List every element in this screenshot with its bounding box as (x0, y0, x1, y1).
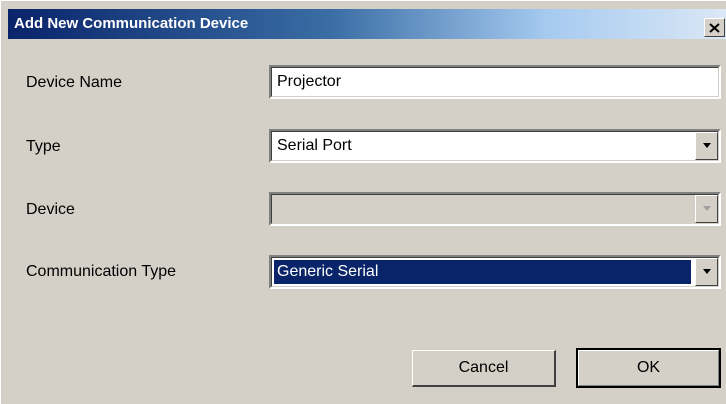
ok-button[interactable]: OK (576, 348, 721, 388)
device-select (269, 192, 721, 226)
chevron-down-icon (702, 269, 711, 274)
cancel-button-label: Cancel (458, 359, 509, 376)
chevron-down-icon (702, 143, 711, 148)
close-icon (709, 22, 720, 33)
device-name-input[interactable]: Projector (269, 65, 721, 99)
add-device-dialog: Add New Communication Device Device Name… (0, 0, 726, 404)
type-select[interactable]: Serial Port (269, 129, 721, 163)
type-dropdown-button[interactable] (695, 132, 718, 160)
communication-type-value: Generic Serial (277, 263, 379, 280)
device-dropdown-button (695, 195, 718, 223)
type-value: Serial Port (277, 137, 352, 154)
device-label: Device (26, 201, 75, 218)
dialog-title: Add New Communication Device (14, 15, 249, 32)
communication-type-highlight: Generic Serial (274, 260, 691, 284)
communication-type-select[interactable]: Generic Serial (269, 255, 721, 289)
device-name-label: Device Name (26, 74, 123, 91)
communication-type-label: Communication Type (26, 263, 176, 280)
close-button[interactable] (704, 18, 725, 37)
title-bar[interactable]: Add New Communication Device (1, 1, 726, 39)
communication-type-dropdown-button[interactable] (695, 258, 718, 286)
chevron-down-icon (702, 206, 711, 211)
ok-button-label: OK (636, 359, 661, 376)
device-name-value: Projector (277, 73, 342, 90)
type-label: Type (26, 138, 61, 155)
cancel-button[interactable]: Cancel (412, 350, 556, 387)
